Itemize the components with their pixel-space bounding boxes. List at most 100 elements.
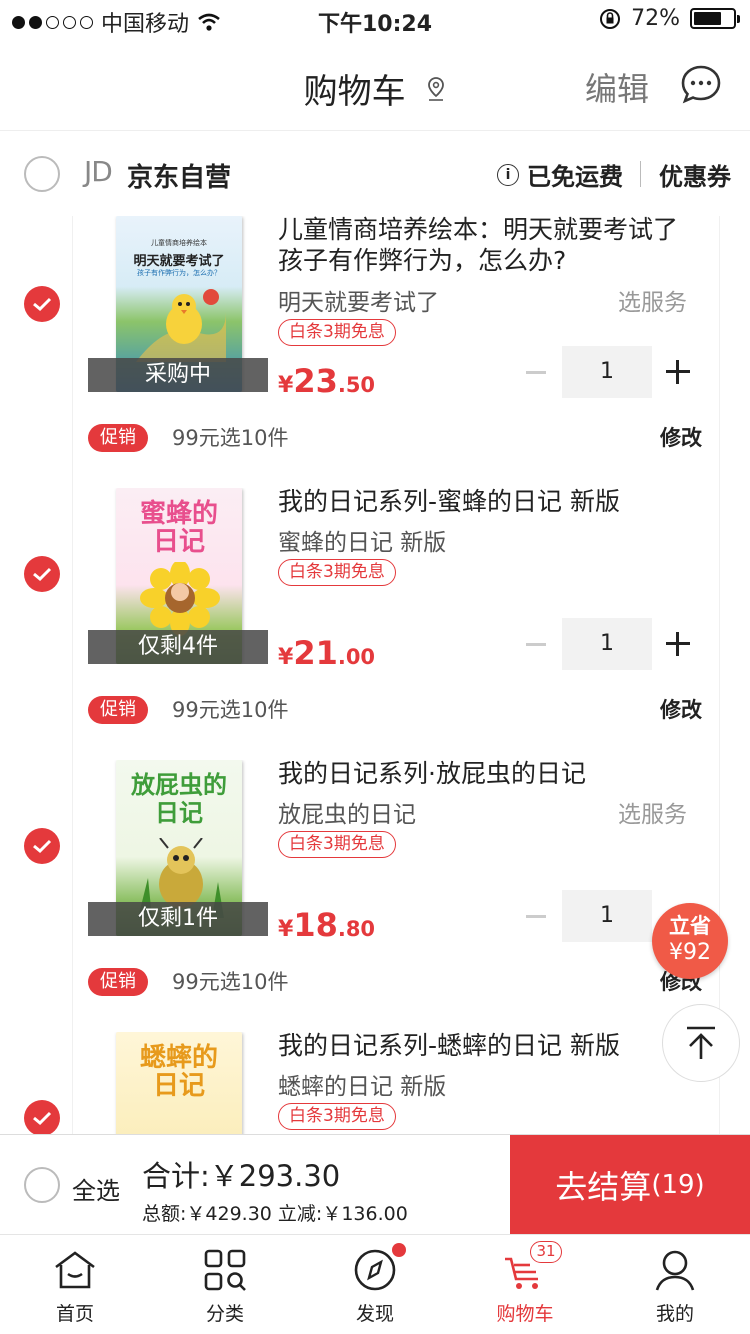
- category-icon: [204, 1249, 246, 1291]
- product-image[interactable]: 儿童情商培养绘本 明天就要考试了 孩子有作弊行为，怎么办？ 采购中: [88, 216, 268, 392]
- checkout-button[interactable]: 去结算 (19): [510, 1135, 750, 1235]
- price-integer: 21: [293, 634, 338, 672]
- installment-badge: 白条3期免息: [278, 1103, 396, 1130]
- select-all-label[interactable]: 全选: [72, 1171, 120, 1206]
- checkout-count: (19): [651, 1170, 705, 1200]
- discover-icon: [354, 1249, 396, 1291]
- savings-badge[interactable]: 立省 ¥92: [652, 903, 728, 979]
- installment-badge: 白条3期免息: [278, 319, 396, 346]
- edit-button[interactable]: 编辑: [585, 64, 649, 110]
- cover-title: 明天就要考试了: [133, 254, 225, 269]
- item-checkbox-checked[interactable]: [24, 286, 60, 322]
- free-shipping-info[interactable]: i 已免运费: [497, 157, 623, 192]
- status-right: 72%: [599, 6, 740, 31]
- installment-badge: 白条3期免息: [278, 831, 396, 858]
- price-symbol: ¥: [278, 917, 294, 942]
- quantity-input[interactable]: 1: [562, 890, 652, 942]
- cart-count-badge: 31: [530, 1241, 562, 1263]
- promo-edit-button[interactable]: 修改: [660, 424, 702, 452]
- price-integer: 18: [293, 906, 338, 944]
- stock-status-overlay: 采购中: [88, 358, 268, 392]
- price-decimal: .00: [337, 645, 376, 669]
- select-service-button[interactable]: 选服务: [618, 283, 687, 317]
- promo-text: 99元选10件: [172, 698, 289, 722]
- arrow-up-icon: [687, 1026, 715, 1059]
- shop-name[interactable]: 京东自营: [127, 157, 231, 194]
- product-name[interactable]: 我的日记系列·放屁虫的日记: [278, 758, 688, 789]
- item-checkbox-checked[interactable]: [24, 556, 60, 592]
- decrease-quantity-button[interactable]: [526, 915, 546, 918]
- product-image[interactable]: 放屁虫的 日记 仅剩1件: [88, 760, 268, 936]
- location-pin-icon[interactable]: [426, 76, 446, 102]
- decrease-quantity-button[interactable]: [526, 371, 546, 374]
- shop-select-checkbox[interactable]: [24, 156, 60, 192]
- check-icon: [33, 297, 52, 312]
- promo-row: 促销 99元选10件 修改: [0, 968, 750, 1022]
- message-icon[interactable]: [680, 64, 722, 106]
- info-icon: i: [497, 163, 519, 186]
- tab-discover[interactable]: 发现: [300, 1235, 450, 1334]
- product-price: ¥21.00: [278, 634, 375, 672]
- increase-quantity-button[interactable]: [666, 632, 690, 656]
- tab-cart[interactable]: 31 购物车: [450, 1235, 600, 1334]
- quantity-input[interactable]: 1: [562, 346, 652, 398]
- coupon-button[interactable]: 优惠券: [659, 157, 731, 192]
- price-symbol: ¥: [278, 373, 294, 398]
- check-icon: [33, 1111, 52, 1126]
- tab-label: 我的: [655, 1303, 694, 1325]
- cart-item-list[interactable]: 儿童情商培养绘本 明天就要考试了 孩子有作弊行为，怎么办？ 采购中 儿童情商培养…: [0, 216, 750, 1134]
- price-decimal: .80: [337, 917, 376, 941]
- cover-title-line1: 蜜蜂的: [139, 499, 218, 529]
- promo-edit-button[interactable]: 修改: [660, 696, 702, 724]
- notification-dot: [392, 1243, 406, 1257]
- orientation-lock-icon: [600, 8, 621, 29]
- back-to-top-button[interactable]: [662, 1004, 740, 1082]
- increase-quantity-button[interactable]: [666, 360, 690, 384]
- product-image[interactable]: 蟋蟀的 日记: [88, 1032, 268, 1134]
- bottom-tab-bar: 首页 分类 发现 31 购物车 我的: [0, 1234, 750, 1334]
- chick-illustration: [136, 289, 226, 362]
- tab-label: 首页: [55, 1303, 94, 1325]
- check-icon: [33, 567, 52, 582]
- checkout-label: 去结算: [555, 1168, 652, 1206]
- product-name[interactable]: 儿童情商培养绘本：明天就要考试了 孩子有作弊行为，怎么办?: [278, 216, 688, 276]
- product-spec[interactable]: 蟋蟀的日记 新版: [278, 1067, 446, 1101]
- promo-tag: 促销: [88, 696, 148, 724]
- profile-icon: [655, 1250, 695, 1291]
- shop-header: JD 京东自营 i 已免运费 优惠券: [0, 130, 750, 216]
- savings-label: 立省: [669, 914, 711, 938]
- tab-category[interactable]: 分类: [150, 1235, 300, 1334]
- product-spec[interactable]: 蜜蜂的日记 新版: [278, 523, 446, 557]
- tab-profile[interactable]: 我的: [600, 1235, 750, 1334]
- cover-series: 儿童情商培养绘本: [151, 239, 207, 247]
- tab-label: 发现: [355, 1303, 394, 1325]
- select-service-button[interactable]: 选服务: [618, 795, 687, 829]
- total-price: 合计:￥293.30: [142, 1159, 341, 1193]
- product-name[interactable]: 我的日记系列-蟋蟀的日记 新版: [278, 1030, 688, 1061]
- tab-home[interactable]: 首页: [0, 1235, 150, 1334]
- product-name[interactable]: 我的日记系列-蜜蜂的日记 新版: [278, 486, 688, 517]
- installment-badge: 白条3期免息: [278, 559, 396, 586]
- tab-label: 分类: [205, 1303, 244, 1325]
- product-spec[interactable]: 放屁虫的日记: [278, 795, 416, 829]
- promo-row: 促销 99元选10件 修改: [0, 696, 750, 750]
- divider: [640, 161, 641, 187]
- subtotal-discount: 总额:￥429.30 立减:￥136.00: [142, 1203, 408, 1225]
- price-integer: 23: [293, 362, 338, 400]
- promo-text: 99元选10件: [172, 426, 289, 450]
- product-spec[interactable]: 明天就要考试了: [278, 283, 439, 317]
- product-image[interactable]: 蜜蜂的 日记 仅剩4件: [88, 488, 268, 664]
- price-decimal: .50: [337, 373, 376, 397]
- home-icon: [55, 1251, 95, 1289]
- book-cover: 蟋蟀的 日记: [116, 1032, 242, 1134]
- battery-icon: [690, 8, 740, 29]
- quantity-input[interactable]: 1: [562, 618, 652, 670]
- check-icon: [33, 839, 52, 854]
- decrease-quantity-button[interactable]: [526, 643, 546, 646]
- savings-amount: ¥92: [669, 940, 711, 965]
- select-all-checkbox[interactable]: [24, 1167, 60, 1203]
- item-checkbox-checked[interactable]: [24, 1100, 60, 1134]
- item-checkbox-checked[interactable]: [24, 828, 60, 864]
- stock-status-overlay: 仅剩4件: [88, 630, 268, 664]
- status-bar: 中国移动 下午10:24 72%: [0, 0, 750, 40]
